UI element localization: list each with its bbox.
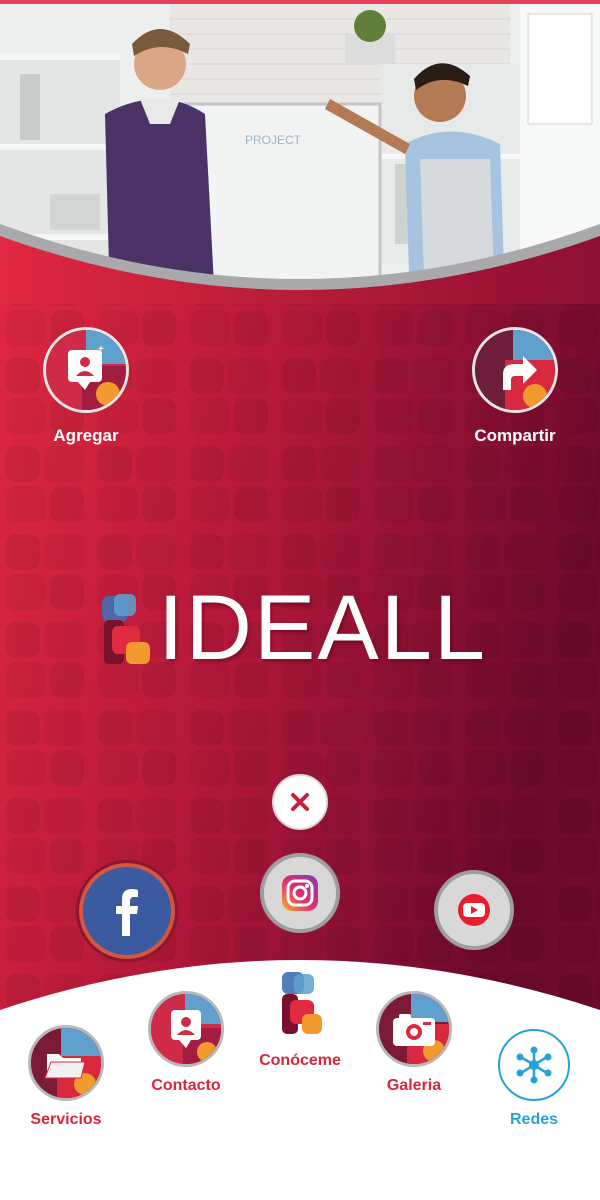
nav-label-galeria: Galeria: [386, 1077, 442, 1094]
close-icon: [291, 793, 309, 811]
hero-photo: PROJECT: [0, 4, 600, 304]
top-accent-strip: [0, 0, 600, 4]
nav-label-contacto: Contacto: [151, 1077, 221, 1094]
brand-name: IDEALL: [158, 577, 488, 679]
folder-icon: [31, 1028, 101, 1098]
svg-text:PROJECT: PROJECT: [245, 133, 302, 147]
share-icon: [475, 330, 555, 410]
contact-icon: [151, 994, 221, 1064]
youtube-button[interactable]: [434, 870, 514, 950]
nav-label-redes: Redes: [509, 1111, 559, 1128]
share-button[interactable]: [472, 327, 558, 413]
nav-label-servicios: Servicios: [30, 1111, 102, 1128]
nav-item-redes[interactable]: [498, 1029, 570, 1101]
svg-text:+: +: [98, 344, 104, 355]
add-contact-label: Agregar: [53, 426, 119, 445]
nav-item-servicios[interactable]: [28, 1025, 104, 1101]
facebook-icon: [116, 889, 138, 936]
add-contact-button[interactable]: +: [43, 327, 129, 413]
add-contact-icon: +: [46, 330, 126, 410]
nav-item-conoceme[interactable]: [270, 970, 330, 1038]
instagram-icon: [282, 875, 318, 911]
network-icon: [516, 1046, 552, 1084]
nav-item-galeria[interactable]: [376, 991, 452, 1067]
nav-item-contacto[interactable]: [148, 991, 224, 1067]
share-label: Compartir: [474, 426, 556, 445]
camera-icon: [379, 994, 449, 1064]
nav-label-conoceme: Conóceme: [259, 1052, 341, 1069]
app-screen: PROJECT + Agregar Compartir IDEALL Servi…: [0, 0, 600, 1200]
youtube-icon: [458, 894, 490, 926]
brand-logo-icon: [282, 972, 322, 1034]
brand-logo-mark: [102, 594, 150, 664]
close-button[interactable]: [272, 774, 328, 830]
instagram-button[interactable]: [260, 853, 340, 933]
